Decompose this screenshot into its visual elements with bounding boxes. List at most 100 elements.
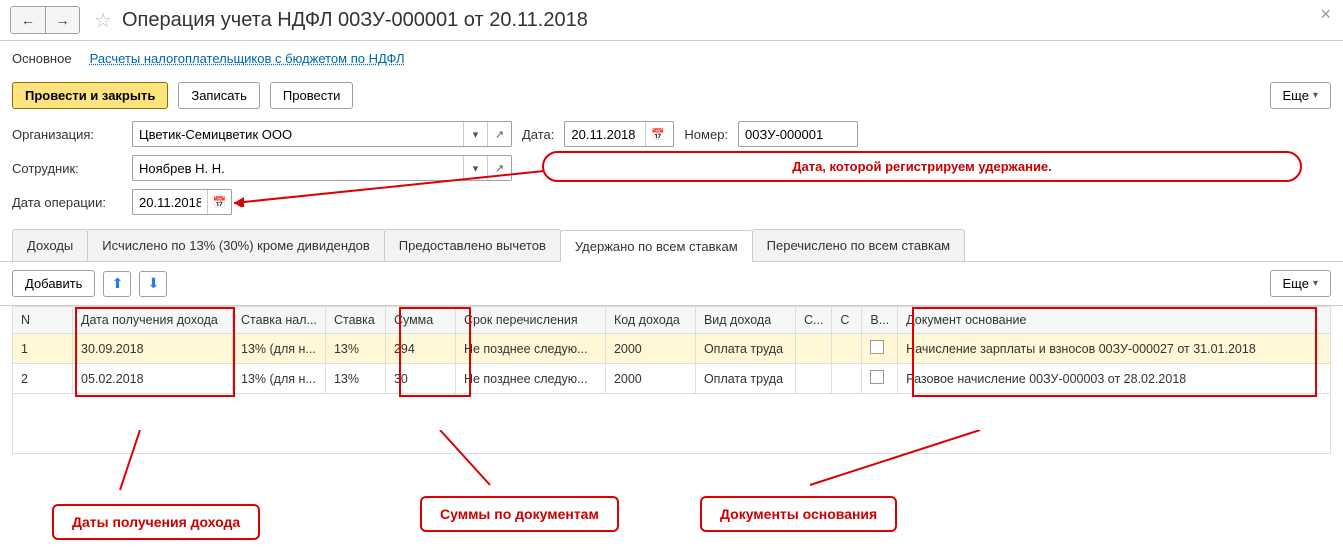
tab-withheld[interactable]: Удержано по всем ставкам [560,230,753,262]
navtab-main[interactable]: Основное [12,51,72,66]
cell-srok: Не позднее следую... [455,364,605,394]
emp-input-group: ▾ ↗ [132,155,512,181]
col-c[interactable]: С [832,307,862,334]
table-more-button[interactable]: Еще ▾ [1270,270,1331,297]
col-rate[interactable]: Ставка нал... [233,307,326,334]
close-icon[interactable]: × [1314,4,1337,25]
num-input-group [738,121,858,147]
cell-vid: Оплата труда [695,364,795,394]
annotation-sums-text: Суммы по документам [440,506,599,522]
num-input[interactable] [739,122,927,146]
num-label: Номер: [684,127,728,142]
more-button[interactable]: Еще ▾ [1270,82,1331,109]
move-down-button[interactable]: ⬇ [139,271,167,297]
org-label: Организация: [12,127,122,142]
arrow-down-icon: ⬇ [148,275,160,292]
cell-date: 05.02.2018 [73,364,233,394]
col-rate2[interactable]: Ставка [325,307,385,334]
navtab-calculations-link[interactable]: Расчеты налогоплательщиков с бюджетом по… [90,51,405,66]
toolbar: Провести и закрыть Записать Провести Еще… [0,76,1343,115]
cell-date: 30.09.2018 [73,334,233,364]
table-wrap: N Дата получения дохода Ставка нал... Ст… [0,306,1343,454]
move-up-button[interactable]: ⬆ [103,271,131,297]
post-and-close-button[interactable]: Провести и закрыть [12,82,168,109]
page-title: Операция учета НДФЛ 00ЗУ-000001 от 20.11… [122,9,1333,32]
cell-doc: Начисление зарплаты и взносов 00ЗУ-00002… [898,334,1331,364]
cell-s [795,334,831,364]
tab-deductions[interactable]: Предоставлено вычетов [384,229,561,261]
date-input-group: 📅 [564,121,674,147]
table-toolbar: Добавить ⬆ ⬇ Еще ▾ [0,262,1343,306]
col-vid[interactable]: Вид дохода [695,307,795,334]
emp-dropdown-icon[interactable]: ▾ [463,156,487,180]
table-header-row: N Дата получения дохода Ставка нал... Ст… [13,307,1331,334]
chevron-down-icon: ▾ [1313,90,1318,101]
tab-calculated[interactable]: Исчислено по 13% (30%) кроме дивидендов [87,229,385,261]
cell-sum: 30 [385,364,455,394]
cell-srok: Не позднее следую... [455,334,605,364]
col-sum[interactable]: Сумма [385,307,455,334]
opdate-input[interactable] [133,190,207,214]
cell-rate2: 13% [325,364,385,394]
annotation-sums: Суммы по документам [420,496,619,532]
annotation-date-register-text: Дата, которой регистрируем удержание. [792,159,1052,174]
col-doc[interactable]: Документ основание [898,307,1331,334]
annotation-date-register: Дата, которой регистрируем удержание. [542,151,1302,182]
col-s[interactable]: С... [795,307,831,334]
cell-c [832,364,862,394]
add-row-button[interactable]: Добавить [12,270,95,297]
date-input[interactable] [565,122,645,146]
cell-sum: 294 [385,334,455,364]
more-label: Еще [1283,88,1309,103]
tab-income[interactable]: Доходы [12,229,88,261]
cell-s [795,364,831,394]
back-button[interactable]: ← [11,7,45,33]
col-v[interactable]: В... [862,307,898,334]
col-kod[interactable]: Код дохода [605,307,695,334]
org-input-group: ▾ ↗ [132,121,512,147]
org-input[interactable] [133,122,463,146]
calendar-icon[interactable]: 📅 [645,122,669,146]
col-srok[interactable]: Срок перечисления [455,307,605,334]
emp-input[interactable] [133,156,463,180]
nav-back-forward: ← → [10,6,80,34]
date-label: Дата: [522,127,554,142]
col-date[interactable]: Дата получения дохода [73,307,233,334]
nav-tabs: Основное Расчеты налогоплательщиков с бю… [0,41,1343,76]
cell-rate2: 13% [325,334,385,364]
cell-n: 2 [13,364,73,394]
checkbox[interactable] [870,370,884,384]
favorite-star-icon[interactable]: ☆ [90,7,116,33]
table-row[interactable]: 1 30.09.2018 13% (для н... 13% 294 Не по… [13,334,1331,364]
annotation-docs: Документы основания [700,496,897,532]
table-row[interactable]: 2 05.02.2018 13% (для н... 13% 30 Не поз… [13,364,1331,394]
header-bar: ← → ☆ Операция учета НДФЛ 00ЗУ-000001 от… [0,0,1343,41]
cell-n: 1 [13,334,73,364]
chevron-down-icon: ▾ [1313,278,1318,289]
data-table: N Дата получения дохода Ставка нал... Ст… [12,306,1331,454]
forward-button[interactable]: → [45,7,79,33]
cell-v [862,334,898,364]
annotation-docs-text: Документы основания [720,506,877,522]
callouts-area: Даты получения дохода Суммы по документа… [0,460,1343,550]
emp-open-icon[interactable]: ↗ [487,156,511,180]
form-area: Организация: ▾ ↗ Дата: 📅 Номер: Сотрудни… [0,115,1343,229]
org-dropdown-icon[interactable]: ▾ [463,122,487,146]
cell-rate: 13% (для н... [233,364,326,394]
cell-kod: 2000 [605,364,695,394]
table-empty-row [13,394,1331,454]
cell-c [832,334,862,364]
annotation-income-dates-text: Даты получения дохода [72,514,240,530]
opdate-label: Дата операции: [12,195,122,210]
emp-label: Сотрудник: [12,161,122,176]
table-more-label: Еще [1283,276,1309,291]
post-button[interactable]: Провести [270,82,354,109]
col-n[interactable]: N [13,307,73,334]
checkbox[interactable] [870,340,884,354]
opdate-input-group: 📅 [132,189,232,215]
tab-transferred[interactable]: Перечислено по всем ставкам [752,229,965,261]
cell-vid: Оплата труда [695,334,795,364]
opdate-calendar-icon[interactable]: 📅 [207,190,231,214]
save-button[interactable]: Записать [178,82,260,109]
org-open-icon[interactable]: ↗ [487,122,511,146]
